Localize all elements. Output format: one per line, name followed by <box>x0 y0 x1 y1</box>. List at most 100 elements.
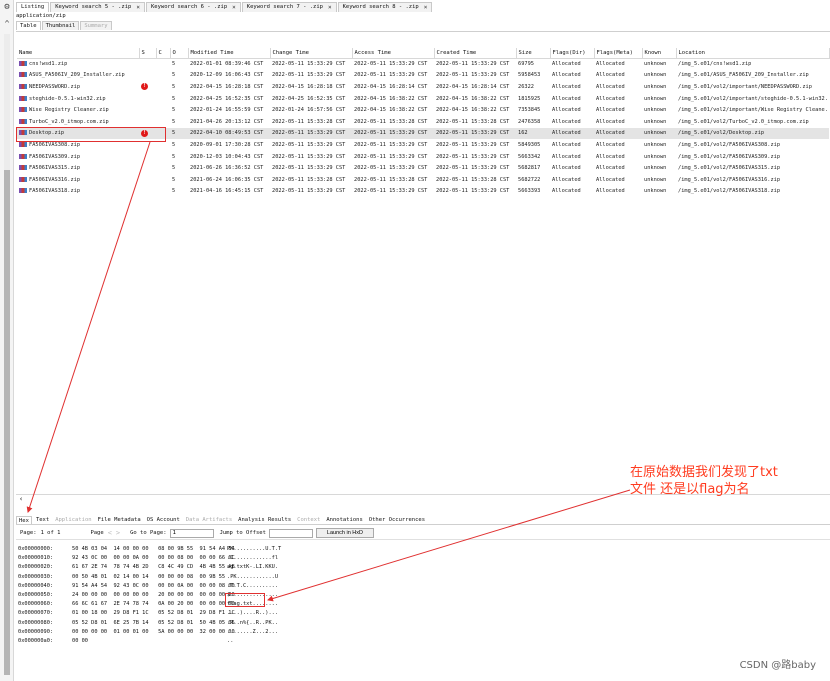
table-row[interactable]: FA506IVAS316.zip 5 2021-06-24 16:06:35 CST… <box>17 174 829 186</box>
flags-meta-cell: Allocated <box>596 107 625 114</box>
known-cell: unknown <box>644 83 667 90</box>
access-cell: 2022-05-11 15:33:29 CST <box>354 188 428 195</box>
flags-meta-cell: Allocated <box>596 118 625 125</box>
tab-other-occurrences[interactable]: Other Occurrences <box>367 516 427 524</box>
column-header[interactable]: Modified Time <box>188 48 271 59</box>
score-cell: ! <box>139 81 156 93</box>
column-header[interactable]: Flags(Dir) <box>550 48 595 59</box>
table-row[interactable]: cns!wsd1.zip 5 2022-01-01 08:39:46 CST 2022… <box>17 58 829 70</box>
table-row[interactable]: NEEDPASSWORD.zip! 5 2022-04-15 16:28:18 CS… <box>17 81 829 93</box>
file-name-cell: FA506IVAS309.zip <box>17 151 139 163</box>
vertical-scroll-thumb[interactable] <box>4 170 10 675</box>
page-label: Page: <box>20 530 37 536</box>
close-icon[interactable]: × <box>328 3 332 12</box>
subtab-thumbnail[interactable]: Thumbnail <box>41 21 80 30</box>
hex-row: 0x00000070: 01 00 18 00 29 D8 F1 1C 05 52… <box>18 609 297 618</box>
column-header[interactable]: Location <box>676 48 830 59</box>
tab-keyword-search-5[interactable]: Keyword search 5 - .zip × <box>50 2 145 12</box>
access-cell: 2022-05-11 15:33:29 CST <box>354 141 428 148</box>
tab-listing[interactable]: Listing <box>16 2 50 12</box>
column-header[interactable]: Access Time <box>352 48 435 59</box>
table-row[interactable]: FA506IVAS309.zip 5 2020-12-03 10:04:43 CST… <box>17 151 829 163</box>
hex-offset: 0x00000030: <box>18 573 54 580</box>
change-cell: 2022-05-11 15:33:29 CST <box>272 188 346 195</box>
column-header[interactable]: Name <box>17 48 140 59</box>
goto-page-input[interactable] <box>169 528 214 538</box>
close-icon[interactable]: × <box>232 3 236 12</box>
tab-file-metadata[interactable]: File Metadata <box>96 516 143 524</box>
tab-keyword-search-7[interactable]: Keyword search 7 - .zip × <box>241 2 337 12</box>
access-cell: 2022-04-15 16:38:22 CST <box>354 107 428 114</box>
modified-cell: 2022-01-01 08:39:46 CST <box>190 61 264 68</box>
change-cell: 2022-05-11 15:33:29 CST <box>270 127 352 140</box>
hex-row: 0x00000080: 05 52 D8 01 6E 25 7B 14 05 52… <box>18 619 297 628</box>
change-cell: 2022-05-11 15:33:29 CST <box>272 141 346 148</box>
table-row[interactable]: TurboC_v2.0_itmop.com.zip 5 2021-04-26 20:… <box>17 116 829 128</box>
subtab-table[interactable]: Table <box>16 21 41 30</box>
column-header[interactable]: Change Time <box>270 48 353 59</box>
tab-os-account[interactable]: OS Account <box>145 516 182 524</box>
o-cell: 5 <box>172 165 176 172</box>
hex-offset: 0x00000010: <box>18 555 54 562</box>
column-header[interactable]: C <box>156 48 171 59</box>
access-cell: 2022-05-11 15:33:28 CST <box>354 176 428 183</box>
hex-bytes: 66 6C 61 67 2E 74 78 74 0A 00 20 00 00 0… <box>72 601 235 608</box>
table-row[interactable]: steghide-0.5.1-win32.zip 5 2022-04-25 16:5… <box>17 93 829 105</box>
o-cell: 5 <box>172 118 176 125</box>
tab-annotations[interactable]: Annotations <box>324 516 364 524</box>
scroll-left-icon[interactable]: ‹ <box>19 495 23 503</box>
tab-keyword-search-8[interactable]: Keyword search 8 - .zip × <box>337 2 433 12</box>
column-header[interactable]: Size <box>516 48 551 59</box>
tab-text[interactable]: Text <box>34 516 51 524</box>
zip-file-icon <box>19 118 27 124</box>
created-cell: 2022-05-11 15:33:29 CST <box>436 188 510 195</box>
flags-meta-cell: Allocated <box>594 127 642 140</box>
file-listing-table: Name S C O Modified Time Change Time Access Ti… <box>17 48 830 197</box>
tab-analysis-results[interactable]: Analysis Results <box>236 516 293 524</box>
table-row[interactable]: Wise Registry Cleaner.zip 5 2022-01-24 16:… <box>17 104 829 116</box>
hex-ascii: .. <box>227 638 234 645</box>
file-name-cell: Wise Registry Cleaner.zip <box>17 104 139 116</box>
flags-meta-cell: Allocated <box>596 95 625 102</box>
c-cell <box>156 81 170 93</box>
column-header[interactable]: Created Time <box>434 48 517 59</box>
table-row[interactable]: FA506IVAS318.zip 5 2021-04-16 16:45:15 CST… <box>17 186 829 198</box>
close-icon[interactable]: × <box>424 3 428 12</box>
hex-row: 0x00000010: 92 43 0C 00 00 00 0A 00 00 00… <box>18 554 297 563</box>
change-cell: 2022-05-11 15:33:29 CST <box>272 72 346 79</box>
gear-icon[interactable]: ⚙ <box>2 2 12 12</box>
size-cell: 5849305 <box>518 141 541 148</box>
table-row[interactable]: FA506IVAS315.zip 5 2021-06-26 16:36:52 CST… <box>17 162 829 174</box>
close-icon[interactable]: × <box>136 3 140 12</box>
page-prev-icon[interactable]: < <box>108 529 112 537</box>
annotation-text: 在原始数据我们发现了txt 文件 还是以flag为名 <box>630 464 810 498</box>
table-row[interactable]: ASUS_FA506IV_209_Installer.zip 5 2020-12-0… <box>17 70 829 82</box>
launch-hxd-button[interactable]: Launch in HxD <box>315 528 374 538</box>
column-header[interactable]: S <box>139 48 157 59</box>
column-header[interactable]: O <box>170 48 189 59</box>
c-cell <box>156 116 170 128</box>
size-cell: 5663393 <box>518 188 541 195</box>
page-next-icon[interactable]: > <box>116 529 120 537</box>
zip-file-icon <box>19 165 27 171</box>
column-header[interactable]: Flags(Meta) <box>594 48 643 59</box>
view-subtabs: Table Thumbnail Summary <box>16 21 113 30</box>
watermark: CSDN @路baby <box>739 660 816 671</box>
tab-hex[interactable]: Hex <box>16 516 32 524</box>
change-cell: 2022-05-11 15:33:29 CST <box>272 165 346 172</box>
score-cell <box>139 186 156 198</box>
flags-dir-cell: Allocated <box>552 188 581 195</box>
chevron-up-icon[interactable]: ^ <box>3 20 11 28</box>
column-header[interactable]: Known <box>642 48 677 59</box>
known-cell: unknown <box>644 61 667 68</box>
flags-dir-cell: Allocated <box>552 118 581 125</box>
modified-cell: 2021-04-16 16:45:15 CST <box>190 188 264 195</box>
flags-meta-cell: Allocated <box>596 176 625 183</box>
jump-offset-input[interactable] <box>268 528 313 538</box>
tab-label: Keyword search 8 - .zip <box>342 4 419 10</box>
tab-keyword-search-6[interactable]: Keyword search 6 - .zip × <box>145 2 241 12</box>
file-name: FA506IVAS315.zip <box>29 165 81 172</box>
flag-ascii-highlight-box <box>225 593 265 607</box>
flags-meta-cell: Allocated <box>596 72 625 79</box>
hex-ascii: ....)....R..)... <box>227 610 279 617</box>
